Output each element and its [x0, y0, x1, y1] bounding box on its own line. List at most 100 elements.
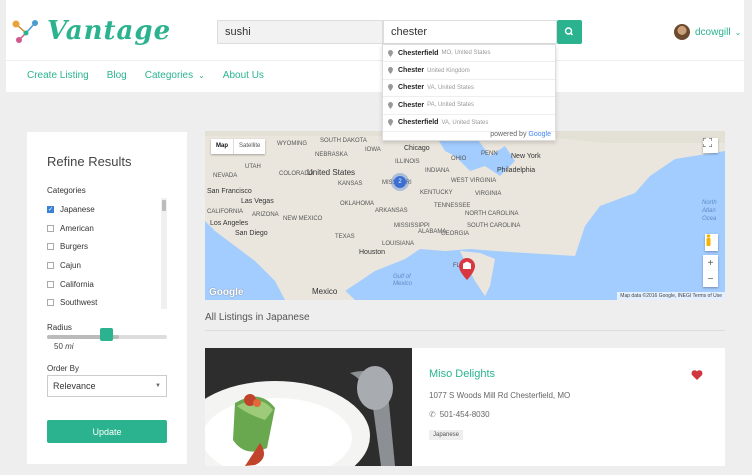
checkbox[interactable] — [47, 299, 54, 307]
search-button[interactable] — [557, 20, 582, 44]
map-label: ARIZONA — [252, 212, 279, 218]
order-by-label: Order By — [47, 364, 80, 373]
radius-label: Radius — [47, 323, 72, 332]
autocomplete-item[interactable]: Chesterfield MO, United States — [383, 45, 555, 63]
zoom-in-button[interactable]: + — [703, 255, 718, 271]
listing-title[interactable]: Miso Delights — [429, 368, 495, 380]
location-search-input[interactable]: chester — [383, 20, 557, 44]
nav-divider — [6, 60, 744, 61]
radius-slider-handle[interactable] — [100, 328, 113, 341]
map-label: Mexico — [312, 287, 338, 296]
map-label: North Atlan Ocea — [702, 200, 717, 222]
map-label: Philadelphia — [497, 167, 536, 174]
map-pin-icon — [388, 119, 393, 127]
autocomplete-item[interactable]: Chester United Kingdom — [383, 62, 555, 80]
map-label: United States — [307, 168, 356, 177]
radius-value: 50 mi — [54, 342, 74, 351]
map-label: NEVADA — [213, 173, 238, 179]
listing-card[interactable]: Miso Delights 1077 S Woods Mill Rd Chest… — [205, 348, 725, 466]
checkbox[interactable] — [47, 243, 54, 251]
map-label: San Francisco — [207, 188, 252, 195]
map-pin-icon — [388, 67, 393, 75]
category-item[interactable]: Burgers — [47, 237, 167, 256]
map-label: Houston — [359, 249, 386, 256]
nav-create-listing[interactable]: Create Listing — [27, 70, 89, 81]
categories-label: Categories — [47, 186, 86, 195]
map-label: PENN — [481, 151, 498, 157]
location-marker-icon[interactable] — [459, 258, 475, 280]
map-type-control: Map Satellite — [211, 139, 266, 154]
zoom-out-button[interactable]: − — [703, 271, 718, 287]
logo[interactable]: Vantage — [11, 14, 170, 48]
map-label: NEBRASKA — [315, 152, 348, 158]
location-autocomplete: Chesterfield MO, United States Chester U… — [382, 44, 556, 141]
user-menu[interactable]: dcowgill ⌄ — [674, 24, 741, 40]
map-pin-icon — [388, 84, 393, 92]
listing-tag[interactable]: Japanese — [429, 430, 464, 440]
phone-icon: ✆ — [429, 410, 436, 419]
map-label: ILLINOIS — [395, 159, 420, 165]
scrollbar-thumb[interactable] — [162, 200, 166, 211]
map-label: New York — [511, 153, 541, 160]
username: dcowgill — [695, 26, 731, 38]
map-label: NORTH CAROLINA — [465, 211, 519, 217]
autocomplete-item[interactable]: Chesterfield VA, United States — [383, 115, 555, 132]
map-label: LOUISIANA — [382, 241, 415, 247]
street-view-button[interactable] — [705, 234, 718, 251]
checkbox[interactable] — [47, 280, 54, 288]
category-item[interactable]: Southwest — [47, 293, 167, 309]
plus-icon: + — [707, 257, 714, 269]
map-label: TEXAS — [335, 234, 355, 240]
map-label: WYOMING — [277, 141, 307, 147]
powered-by-google: powered by Google — [490, 131, 551, 138]
checkbox[interactable] — [47, 261, 54, 269]
map-type-map[interactable]: Map — [211, 139, 233, 154]
category-item[interactable]: ✓ Japanese — [47, 200, 167, 219]
map-attribution[interactable]: Map data ©2016 Google, INEGI Terms of Us… — [617, 292, 725, 300]
checkbox[interactable] — [47, 224, 54, 232]
avatar — [674, 24, 690, 40]
listings-divider — [205, 330, 725, 331]
map-label: OKLAHOMA — [340, 201, 375, 207]
sidebar-title: Refine Results — [47, 154, 132, 169]
map-label: VIRGINIA — [475, 191, 502, 197]
map-label: Gulf of Mexico — [393, 274, 413, 287]
autocomplete-item[interactable]: Chester PA, United States — [383, 97, 555, 115]
fullscreen-button[interactable] — [703, 138, 718, 153]
map-cluster[interactable]: 2 — [391, 173, 409, 191]
map-label: SOUTH DAKOTA — [320, 138, 367, 144]
sushi-photo — [205, 348, 412, 466]
order-by-select[interactable]: Relevance ▼ — [47, 375, 167, 397]
map-label: Los Angeles — [210, 220, 249, 227]
map-label: TENNESSEE — [434, 203, 471, 209]
heart-icon[interactable] — [691, 369, 703, 381]
nav-blog[interactable]: Blog — [107, 70, 127, 81]
category-item[interactable]: American — [47, 219, 167, 238]
pegman-icon — [706, 234, 711, 246]
listing-photo[interactable] — [205, 348, 412, 466]
autocomplete-item[interactable]: Chester VA, United States — [383, 80, 555, 98]
map-type-satellite[interactable]: Satellite — [233, 139, 265, 154]
header: Vantage sushi chester dcowgill ⌄ Create … — [6, 0, 744, 92]
nav-about-us[interactable]: About Us — [223, 70, 264, 81]
keyword-search-input[interactable]: sushi — [217, 20, 383, 44]
cluster-count: 2 — [394, 176, 406, 188]
map-pin-icon — [388, 101, 393, 109]
map-label: IOWA — [365, 147, 381, 153]
map-label: UTAH — [245, 164, 261, 170]
category-scrollbar[interactable] — [161, 198, 167, 309]
nav-categories[interactable]: Categories ⌄ — [145, 70, 205, 81]
map-label: NEW MEXICO — [283, 216, 323, 222]
map-label: OHIO — [451, 156, 467, 162]
listings-heading: All Listings in Japanese — [205, 312, 310, 323]
minus-icon: − — [707, 273, 714, 285]
update-button[interactable]: Update — [47, 420, 167, 443]
chevron-down-icon: ⌄ — [198, 71, 205, 80]
results-map[interactable]: Map Satellite + − WYOMING SOUTH DAKOTA N… — [205, 131, 725, 300]
logo-icon — [12, 20, 38, 43]
category-item[interactable]: California — [47, 275, 167, 294]
category-item[interactable]: Cajun — [47, 256, 167, 275]
search-icon — [564, 27, 574, 36]
checkbox-checked[interactable]: ✓ — [47, 205, 54, 213]
map-label: San Diego — [235, 230, 268, 237]
